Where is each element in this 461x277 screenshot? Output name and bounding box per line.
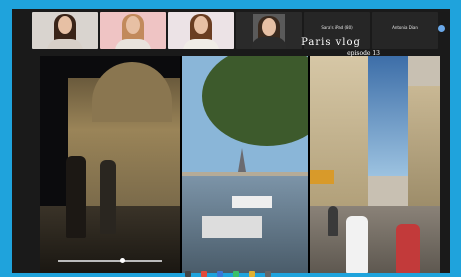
participant-tile-3[interactable] [168, 12, 234, 49]
participant-torso [115, 39, 151, 49]
participant-face [194, 16, 208, 34]
taskbar-dock [175, 268, 295, 277]
person-figure [346, 216, 368, 273]
sky-image [368, 56, 408, 176]
phone-tile-name: Antonia Dian [392, 25, 418, 30]
participant-torso [47, 39, 83, 49]
app-icon[interactable] [185, 271, 191, 277]
participant-face [58, 16, 72, 34]
person-figure [66, 156, 86, 238]
video-progress-bar[interactable] [58, 260, 162, 262]
participant-tile-1[interactable] [32, 12, 98, 49]
dome-image [92, 62, 172, 122]
participant-face [126, 16, 140, 34]
share-panel-seine [182, 56, 308, 273]
person-figure [328, 206, 338, 236]
boat-image [202, 216, 262, 238]
awning-image [310, 170, 334, 184]
app-icon[interactable] [201, 271, 207, 277]
boat-image [232, 196, 272, 208]
participant-torso [183, 39, 219, 49]
screen-share-area [40, 56, 440, 273]
phone-tile-name: Sara's iPad (80) [321, 25, 353, 30]
video-scrubber-knob[interactable] [120, 258, 125, 263]
app-icon[interactable] [233, 271, 239, 277]
app-icon[interactable] [217, 271, 223, 277]
pager-dot-icon[interactable] [438, 25, 445, 32]
meeting-window: Sara's iPad (80) Antonia Dian [12, 9, 450, 273]
video-caption: Paris vlog [301, 37, 361, 48]
person-figure [396, 224, 420, 273]
video-caption-sub: episode 13 [347, 50, 380, 57]
participant-face [262, 18, 276, 36]
participant-tile-2[interactable] [100, 12, 166, 49]
person-figure [100, 160, 116, 234]
app-icon[interactable] [265, 271, 271, 277]
app-icon[interactable] [249, 271, 255, 277]
share-panel-street [310, 56, 440, 273]
eiffel-tower-image [238, 148, 246, 172]
tree-image [202, 56, 308, 146]
share-panel-florence [40, 56, 180, 273]
